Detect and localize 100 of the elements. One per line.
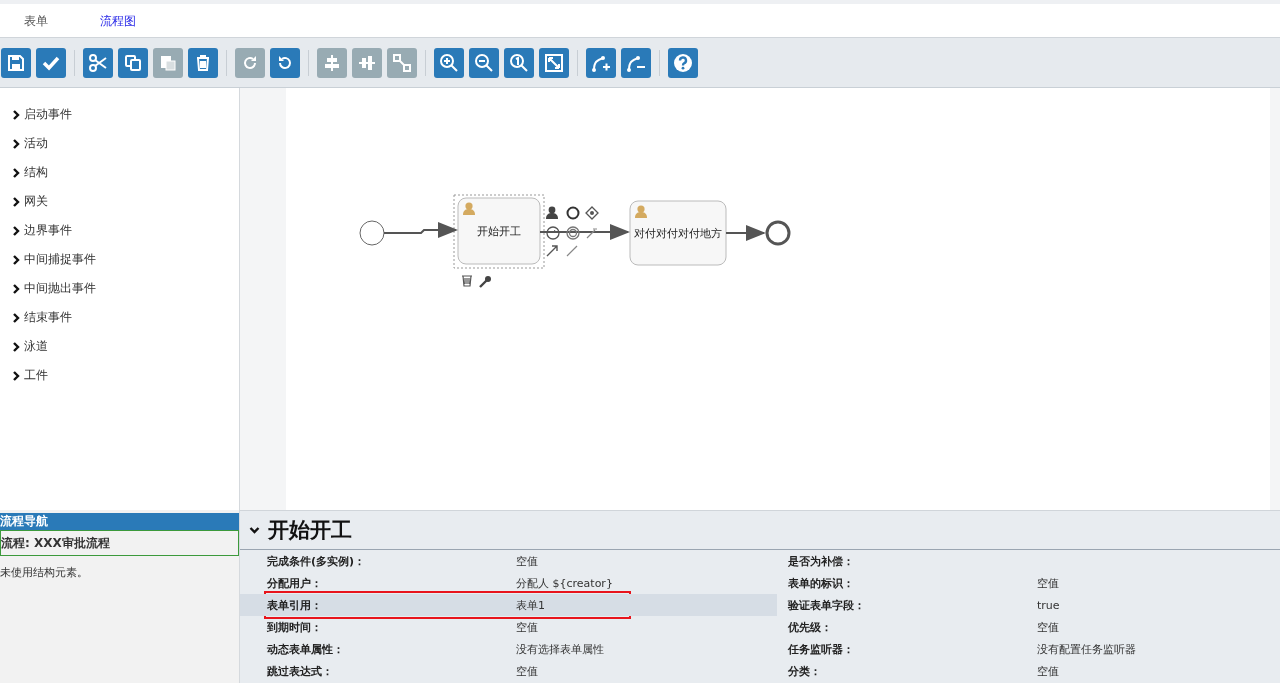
help-button[interactable] xyxy=(668,47,698,78)
chevron-right-icon xyxy=(12,196,20,207)
end-event[interactable] xyxy=(765,220,791,246)
palette-category[interactable]: 网关 xyxy=(0,187,48,216)
scissors-icon xyxy=(88,52,108,73)
palette-category[interactable]: 中间捕捉事件 xyxy=(0,245,96,274)
chevron-right-icon xyxy=(12,254,20,265)
timer-icon[interactable] xyxy=(546,226,560,240)
circle-icon[interactable] xyxy=(566,206,580,220)
property-label: 任务监听器： xyxy=(788,641,854,657)
palette-category[interactable]: 活动 xyxy=(0,129,48,158)
properties-title: 开始开工 xyxy=(268,517,352,544)
property-value: true xyxy=(1037,598,1060,612)
navigator-message: 未使用结构元素。 xyxy=(0,566,88,579)
property-row[interactable]: 任务监听器： 没有配置任务监听器 xyxy=(777,638,1280,660)
property-row[interactable]: 到期时间： 空值 xyxy=(240,616,777,638)
copy-icon xyxy=(123,52,143,73)
zoom-fit-button[interactable] xyxy=(539,47,569,78)
delete-button[interactable] xyxy=(188,47,218,78)
gateway-icon[interactable] xyxy=(585,206,599,220)
undo-button[interactable] xyxy=(270,47,300,78)
property-value: 表单1 xyxy=(516,597,545,613)
zoom-actual-icon xyxy=(509,52,529,73)
align-horizontal-icon xyxy=(322,52,342,73)
sequence-flow[interactable] xyxy=(539,224,630,240)
property-label: 完成条件(多实例)： xyxy=(267,553,366,569)
property-row[interactable]: 完成条件(多实例)： 空值 xyxy=(240,550,777,572)
chevron-down-icon[interactable] xyxy=(249,526,260,534)
property-value: 空值 xyxy=(1037,663,1059,679)
user-task[interactable]: 开始开工 xyxy=(457,197,541,265)
tab[interactable]: 流程图 xyxy=(100,13,136,30)
property-label: 是否为补偿： xyxy=(788,553,854,569)
property-label: 分配用户： xyxy=(267,575,322,591)
property-row[interactable]: 验证表单字段： true xyxy=(777,594,1280,616)
property-value: 空值 xyxy=(516,663,538,679)
property-label: 到期时间： xyxy=(267,619,322,635)
property-value: 没有配置任务监听器 xyxy=(1037,641,1136,657)
remove-bendpoint-button[interactable] xyxy=(621,47,651,78)
property-value: 没有选择表单属性 xyxy=(516,641,604,657)
wrench-icon[interactable] xyxy=(479,276,491,288)
property-row[interactable]: 分配用户： 分配人 ${creator} xyxy=(240,572,777,594)
palette-category[interactable]: 边界事件 xyxy=(0,216,72,245)
save-icon xyxy=(6,52,26,73)
palette-category[interactable]: 泳道 xyxy=(0,332,48,361)
property-label: 表单引用： xyxy=(267,597,322,613)
property-row[interactable]: 表单引用： 表单1 xyxy=(240,594,777,616)
property-label: 分类： xyxy=(788,663,821,679)
property-value: 空值 xyxy=(516,553,538,569)
chevron-right-icon xyxy=(12,109,20,120)
property-row[interactable]: 是否为补偿： xyxy=(777,550,1280,572)
property-row[interactable]: 跳过表达式： 空值 xyxy=(240,660,777,682)
user-task-icon[interactable] xyxy=(546,206,558,219)
chevron-right-icon xyxy=(12,167,20,178)
chevron-right-icon xyxy=(12,341,20,352)
property-row[interactable]: 分类： 空值 xyxy=(777,660,1280,682)
start-event[interactable] xyxy=(359,220,385,246)
chevron-right-icon xyxy=(12,225,20,236)
add-bendpoint-button[interactable] xyxy=(586,47,616,78)
sequence-flow[interactable] xyxy=(725,225,766,241)
property-label: 验证表单字段： xyxy=(788,597,865,613)
fit-icon xyxy=(544,52,564,73)
user-task[interactable]: 对付对付对付地方 xyxy=(629,200,727,266)
resize-icon xyxy=(392,52,412,73)
property-label: 表单的标识： xyxy=(788,575,854,591)
property-label: 动态表单属性： xyxy=(267,641,344,657)
tab[interactable]: 表单 xyxy=(24,13,48,30)
zoom-actual-button[interactable] xyxy=(504,47,534,78)
sequence-flow[interactable] xyxy=(383,222,458,238)
chevron-right-icon xyxy=(12,283,20,294)
chevron-right-icon xyxy=(12,312,20,323)
property-row[interactable]: 表单的标识： 空值 xyxy=(777,572,1280,594)
condition-flow-icon[interactable] xyxy=(586,228,598,239)
palette-category[interactable]: 启动事件 xyxy=(0,100,72,129)
save-button[interactable] xyxy=(1,47,31,78)
trash-icon[interactable] xyxy=(461,275,473,287)
property-value: 空值 xyxy=(516,619,538,635)
zoom-out-button[interactable] xyxy=(469,47,499,78)
palette-category[interactable]: 工件 xyxy=(0,361,48,390)
property-value: 空值 xyxy=(1037,575,1059,591)
property-value: 空值 xyxy=(1037,619,1059,635)
navigator-header: 流程导航 xyxy=(0,513,239,530)
copy-button[interactable] xyxy=(118,47,148,78)
help-icon xyxy=(673,52,693,73)
zoom-in-icon xyxy=(439,52,459,73)
cut-button[interactable] xyxy=(83,47,113,78)
zoom-out-icon xyxy=(474,52,494,73)
validate-button[interactable] xyxy=(36,47,66,78)
property-value: 分配人 ${creator} xyxy=(516,575,613,591)
arrow-icon[interactable] xyxy=(546,245,558,257)
chevron-right-icon xyxy=(12,138,20,149)
palette-category[interactable]: 结束事件 xyxy=(0,303,72,332)
property-label: 优先级： xyxy=(788,619,832,635)
line-icon[interactable] xyxy=(566,245,578,257)
process-item[interactable]: 流程: XXX审批流程 xyxy=(0,530,239,556)
property-row[interactable]: 优先级： 空值 xyxy=(777,616,1280,638)
zoom-in-button[interactable] xyxy=(434,47,464,78)
double-circle-icon[interactable] xyxy=(566,226,580,240)
palette-category[interactable]: 结构 xyxy=(0,158,48,187)
palette-category[interactable]: 中间抛出事件 xyxy=(0,274,96,303)
property-row[interactable]: 动态表单属性： 没有选择表单属性 xyxy=(240,638,777,660)
